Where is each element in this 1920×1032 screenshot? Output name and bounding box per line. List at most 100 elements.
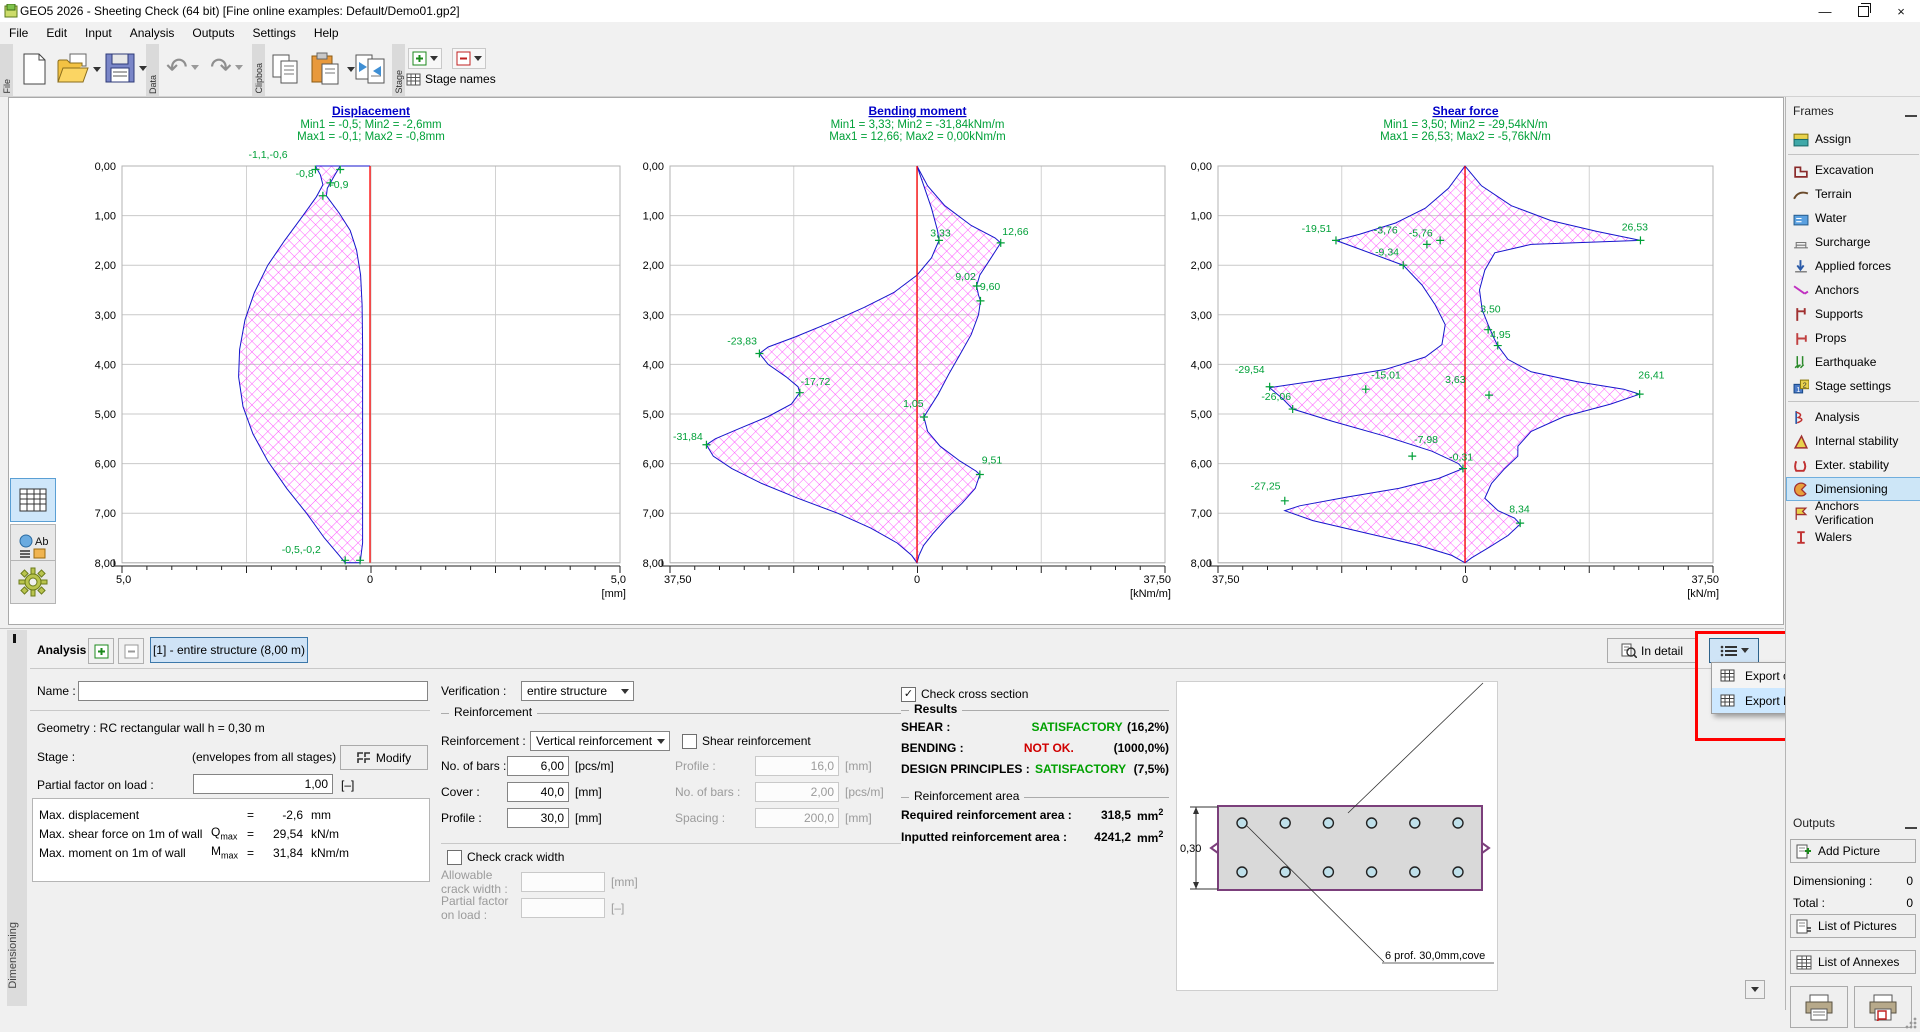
remove-analysis-button[interactable] xyxy=(118,638,144,664)
svg-text:9,02: 9,02 xyxy=(955,271,976,283)
sidebar-item-props[interactable]: Props xyxy=(1786,326,1920,350)
copy-icon xyxy=(270,52,302,86)
reinforcement-input[interactable]: 6,00 xyxy=(507,756,569,776)
reinforcement-input[interactable]: 40,0 xyxy=(507,782,569,802)
printer-icon xyxy=(1804,993,1834,1021)
svg-text:7,00: 7,00 xyxy=(95,508,116,520)
sidebar-item-assign[interactable]: Assign xyxy=(1786,127,1920,151)
panel-scroll-down-button[interactable] xyxy=(1745,980,1765,999)
crack-input[interactable] xyxy=(521,872,605,892)
modify-button[interactable]: Modify xyxy=(340,745,428,770)
crack-input[interactable] xyxy=(521,898,605,918)
check-crack-width-checkbox[interactable] xyxy=(447,850,462,865)
sidebar-item-earthquake[interactable]: Earthquake xyxy=(1786,350,1920,374)
close-button[interactable]: × xyxy=(1882,1,1920,22)
add-analysis-button[interactable] xyxy=(88,638,114,664)
svg-text:0,00: 0,00 xyxy=(95,161,116,173)
shear-input[interactable]: 2,00 xyxy=(755,782,839,802)
menu-item-file[interactable]: File xyxy=(0,24,37,42)
reinforcement-label: Reinforcement : xyxy=(441,734,526,748)
open-file-button[interactable] xyxy=(56,52,101,86)
sidebar-item-anchors-verification[interactable]: Anchors Verification xyxy=(1786,501,1920,525)
svg-text:Min1 = 3,50; Min2 = -29,54kN/m: Min1 = 3,50; Min2 = -29,54kN/m xyxy=(1383,119,1547,131)
sidebar-item-terrain[interactable]: Terrain xyxy=(1786,182,1920,206)
reinforcement-input[interactable]: 30,0 xyxy=(507,808,569,828)
redo-button[interactable]: ↷ xyxy=(210,52,243,83)
sidebar-item-stage-settings[interactable]: 12Stage settings xyxy=(1786,374,1920,398)
open-dropdown-icon[interactable] xyxy=(93,67,101,72)
menu-item-settings[interactable]: Settings xyxy=(243,24,304,42)
redo-dropdown-icon[interactable] xyxy=(235,65,243,70)
shear-input[interactable]: 16,0 xyxy=(755,756,839,776)
view-settings-button[interactable] xyxy=(10,560,56,604)
list-of-pictures-button[interactable]: List of Pictures xyxy=(1790,914,1916,938)
svg-text:37,50: 37,50 xyxy=(1143,574,1171,586)
menu-item-input[interactable]: Input xyxy=(76,24,121,42)
reinforcement-select[interactable]: Vertical reinforcement xyxy=(530,731,670,751)
restore-button[interactable] xyxy=(1844,1,1882,22)
partial-factor-input[interactable] xyxy=(193,774,333,794)
svg-text:1,05: 1,05 xyxy=(903,398,924,410)
minimize-button[interactable]: — xyxy=(1806,1,1844,22)
compare-icon xyxy=(354,52,388,86)
view-table-button[interactable] xyxy=(10,478,56,522)
analysis-tab[interactable]: [1] - entire structure (8,00 m) xyxy=(150,637,308,663)
window-title: GEO5 2026 - Sheeting Check (64 bit) [Fin… xyxy=(20,4,460,18)
sidebar-item-analysis[interactable]: Analysis xyxy=(1786,405,1920,429)
svg-text:3,00: 3,00 xyxy=(1191,310,1212,322)
name-input[interactable] xyxy=(78,681,428,701)
sidebar-item-dimensioning[interactable]: Dimensioning xyxy=(1786,477,1920,501)
remove-stage-dropdown-icon[interactable] xyxy=(474,56,482,61)
form-row: Profile :16,0[mm] xyxy=(675,753,884,779)
stage-names-button[interactable]: Stage names xyxy=(406,72,496,86)
undo-dropdown-icon[interactable] xyxy=(191,65,199,70)
add-stage-button[interactable] xyxy=(408,48,442,69)
partial-factor-label: Partial factor on load : xyxy=(37,778,154,792)
sidebar-item-exter-stability[interactable]: Exter. stability xyxy=(1786,453,1920,477)
menu-item-help[interactable]: Help xyxy=(305,24,348,42)
new-file-button[interactable] xyxy=(20,52,48,86)
charts-svg: 0,001,002,003,004,005,006,007,008,005,05… xyxy=(8,97,1784,625)
undo-button[interactable]: ↶ xyxy=(166,52,199,83)
shear-reinforcement-checkbox[interactable] xyxy=(682,734,697,749)
save-button[interactable] xyxy=(104,52,147,84)
sidebar-item-applied-forces[interactable]: Applied forces xyxy=(1786,254,1920,278)
sidebar-item-internal-stability[interactable]: Internal stability xyxy=(1786,429,1920,453)
internal-stability-icon xyxy=(1793,434,1809,449)
sidebar-item-walers[interactable]: Walers xyxy=(1786,525,1920,549)
svg-text:8,00: 8,00 xyxy=(1191,558,1212,570)
add-stage-dropdown-icon[interactable] xyxy=(430,56,438,61)
menu-item-edit[interactable]: Edit xyxy=(37,24,76,42)
print-button[interactable] xyxy=(1790,986,1848,1028)
shear-input[interactable]: 200,0 xyxy=(755,808,839,828)
right-panel: Frames AssignExcavationTerrainWaterSurch… xyxy=(1785,97,1920,1010)
copy-button[interactable] xyxy=(270,52,302,86)
remove-stage-button[interactable] xyxy=(452,48,486,69)
sidebar-item-supports[interactable]: Supports xyxy=(1786,302,1920,326)
save-dropdown-icon[interactable] xyxy=(139,66,147,71)
export-dropdown-button[interactable] xyxy=(1709,638,1759,663)
sidebar-item-water[interactable]: Water xyxy=(1786,206,1920,230)
collapse-icon[interactable] xyxy=(1905,105,1917,117)
svg-text:-0,8: -0,8 xyxy=(296,168,314,180)
sidebar-item-anchors[interactable]: Anchors xyxy=(1786,278,1920,302)
collapse-icon[interactable] xyxy=(1905,817,1917,829)
geometry-label: Geometry : RC rectangular wall h = 0,30 … xyxy=(37,721,265,735)
sidebar-item-excavation[interactable]: Excavation xyxy=(1786,158,1920,182)
svg-text:-0,9: -0,9 xyxy=(330,179,348,191)
add-picture-button[interactable]: Add Picture xyxy=(1790,839,1916,863)
earthquake-icon xyxy=(1793,355,1809,370)
paste-button[interactable] xyxy=(310,52,355,86)
verification-select[interactable]: entire structure xyxy=(521,681,634,701)
toolbar-group-stage: Stage xyxy=(392,44,405,96)
resize-grip[interactable] xyxy=(1904,1016,1917,1029)
compare-button[interactable] xyxy=(354,52,388,86)
menu-item-analysis[interactable]: Analysis xyxy=(121,24,184,42)
panel-grip[interactable] xyxy=(13,634,16,643)
list-of-annexes-button[interactable]: List of Annexes xyxy=(1790,950,1916,974)
sidebar-item-surcharge[interactable]: Surcharge xyxy=(1786,230,1920,254)
menu-item-outputs[interactable]: Outputs xyxy=(183,24,243,42)
svg-text:3,50: 3,50 xyxy=(1480,303,1501,315)
check-cross-section-checkbox[interactable]: ✓ xyxy=(901,687,916,702)
in-detail-button[interactable]: In detail xyxy=(1607,638,1697,663)
